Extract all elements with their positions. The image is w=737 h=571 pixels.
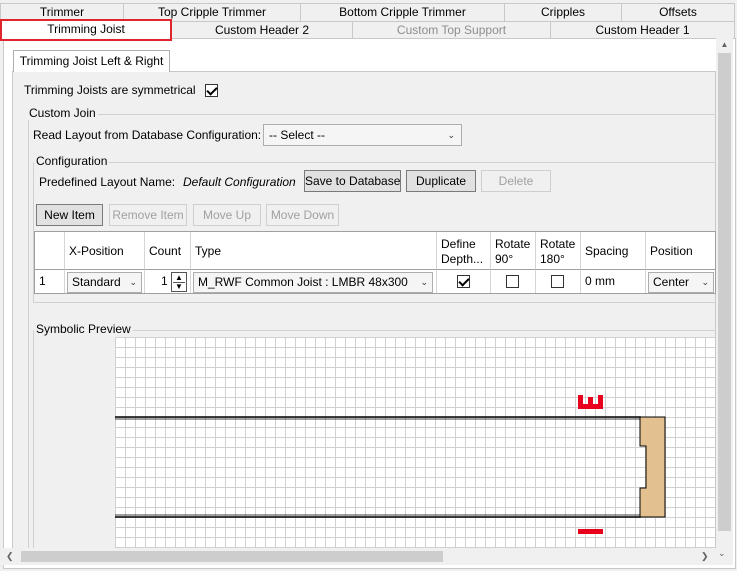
layout-table: X-Position Count Type Define Depth... Ro… bbox=[34, 231, 716, 294]
define-depth-checkbox[interactable] bbox=[457, 275, 470, 288]
configuration-title: Configuration bbox=[34, 154, 110, 168]
subtab-trimming-joist-left-right[interactable]: Trimming Joist Left & Right bbox=[13, 50, 170, 72]
type-cell[interactable]: M_RWF Common Joist : LMBR 48x300 ⌄ bbox=[191, 270, 437, 293]
tab-cripples[interactable]: Cripples bbox=[504, 3, 622, 21]
header-spacing[interactable]: Spacing bbox=[581, 232, 646, 270]
x-position-cell[interactable]: Standard ⌄ bbox=[65, 270, 145, 293]
symbolic-preview-canvas[interactable] bbox=[115, 337, 715, 549]
x-position-select[interactable]: Standard ⌄ bbox=[67, 272, 142, 293]
type-select[interactable]: M_RWF Common Joist : LMBR 48x300 ⌄ bbox=[193, 272, 433, 293]
custom-join-group-left-border bbox=[28, 114, 29, 554]
move-up-button: Move Up bbox=[193, 204, 261, 226]
scroll-right-icon[interactable]: ❯ bbox=[701, 550, 713, 563]
new-item-button[interactable]: New Item bbox=[36, 204, 103, 226]
header-type[interactable]: Type bbox=[191, 232, 437, 270]
header-rotate-90[interactable]: Rotate 90° bbox=[491, 232, 536, 270]
configuration-group-bottom-border bbox=[33, 302, 716, 303]
rotate-180-checkbox[interactable] bbox=[551, 275, 564, 288]
header-position[interactable]: Position bbox=[646, 232, 715, 270]
scroll-up-icon[interactable]: ▲ bbox=[718, 40, 731, 52]
tab-bottom-cripple-trimmer[interactable]: Bottom Cripple Trimmer bbox=[300, 3, 505, 21]
chevron-down-icon: ⌄ bbox=[129, 277, 137, 287]
position-select[interactable]: Center ⌄ bbox=[648, 272, 714, 293]
header-rotate-180[interactable]: Rotate 180° bbox=[536, 232, 581, 270]
preview-group-left-border bbox=[33, 330, 34, 550]
x-position-value: Standard bbox=[72, 275, 121, 289]
chevron-down-icon: ⌄ bbox=[447, 130, 455, 140]
count-spinner[interactable]: ▲ ▼ bbox=[171, 272, 187, 292]
horizontal-scrollbar[interactable]: ❮ ❯ bbox=[3, 548, 716, 565]
chevron-down-icon: ⌄ bbox=[420, 277, 428, 287]
horizontal-scroll-thumb[interactable] bbox=[21, 551, 443, 562]
spinner-down-icon[interactable]: ▼ bbox=[173, 282, 185, 291]
duplicate-button[interactable]: Duplicate bbox=[406, 170, 476, 192]
predefined-layout-label: Predefined Layout Name: bbox=[39, 175, 176, 189]
read-layout-label: Read Layout from Database Configuration: bbox=[33, 128, 262, 142]
scroll-corner: ⌄ bbox=[716, 548, 733, 565]
top-marker-icon bbox=[578, 395, 603, 409]
vertical-scroll-thumb[interactable] bbox=[718, 53, 731, 531]
custom-join-group-border bbox=[28, 114, 716, 115]
trimming-joist-shape bbox=[639, 416, 666, 518]
header-define-depth[interactable]: Define Depth... bbox=[437, 232, 491, 270]
type-value: M_RWF Common Joist : LMBR 48x300 bbox=[198, 275, 408, 289]
spacing-cell[interactable]: 0 mm bbox=[581, 270, 646, 293]
chevron-down-icon: ⌄ bbox=[701, 277, 709, 287]
preview-group-border bbox=[33, 330, 716, 331]
read-layout-select-value: -- Select -- bbox=[269, 128, 326, 142]
row-header-corner bbox=[35, 232, 65, 270]
symbolic-preview-title: Symbolic Preview bbox=[34, 322, 133, 336]
define-depth-cell[interactable] bbox=[437, 270, 491, 293]
remove-item-button: Remove Item bbox=[109, 204, 187, 226]
count-value: 1 bbox=[161, 274, 168, 288]
move-down-button: Move Down bbox=[266, 204, 339, 226]
symmetric-label: Trimming Joists are symmetrical bbox=[24, 83, 196, 97]
spacing-value[interactable]: 0 mm bbox=[585, 274, 615, 288]
preview-drawing bbox=[115, 395, 666, 534]
header-x-position[interactable]: X-Position bbox=[65, 232, 145, 270]
scroll-left-icon[interactable]: ❮ bbox=[6, 550, 18, 563]
row-index: 1 bbox=[35, 270, 65, 293]
tab-custom-top-support: Custom Top Support bbox=[352, 21, 551, 39]
symmetric-checkbox[interactable] bbox=[205, 84, 218, 97]
predefined-layout-value: Default Configuration bbox=[183, 175, 296, 189]
tab-offsets[interactable]: Offsets bbox=[621, 3, 735, 21]
save-to-database-button[interactable]: Save to Database bbox=[304, 170, 401, 192]
read-layout-select[interactable]: -- Select -- ⌄ bbox=[263, 124, 462, 146]
tab-custom-header-2[interactable]: Custom Header 2 bbox=[171, 21, 353, 39]
tab-trimming-joist[interactable]: Trimming Joist bbox=[0, 19, 172, 41]
header-count[interactable]: Count bbox=[145, 232, 191, 270]
rotate-90-cell[interactable] bbox=[491, 270, 536, 293]
count-cell[interactable]: 1 ▲ ▼ bbox=[145, 270, 191, 293]
position-cell[interactable]: Center ⌄ bbox=[646, 270, 715, 293]
configuration-group-border bbox=[33, 162, 716, 163]
scroll-down-icon[interactable]: ⌄ bbox=[718, 548, 726, 559]
rotate-180-cell[interactable] bbox=[536, 270, 581, 293]
position-value: Center bbox=[653, 275, 690, 289]
vertical-scrollbar[interactable]: ▲ bbox=[716, 38, 733, 552]
custom-join-title: Custom Join bbox=[27, 106, 98, 120]
tab-custom-header-1[interactable]: Custom Header 1 bbox=[550, 21, 735, 39]
bottom-marker-icon bbox=[578, 529, 603, 534]
delete-button: Delete bbox=[481, 170, 551, 192]
rotate-90-checkbox[interactable] bbox=[506, 275, 519, 288]
